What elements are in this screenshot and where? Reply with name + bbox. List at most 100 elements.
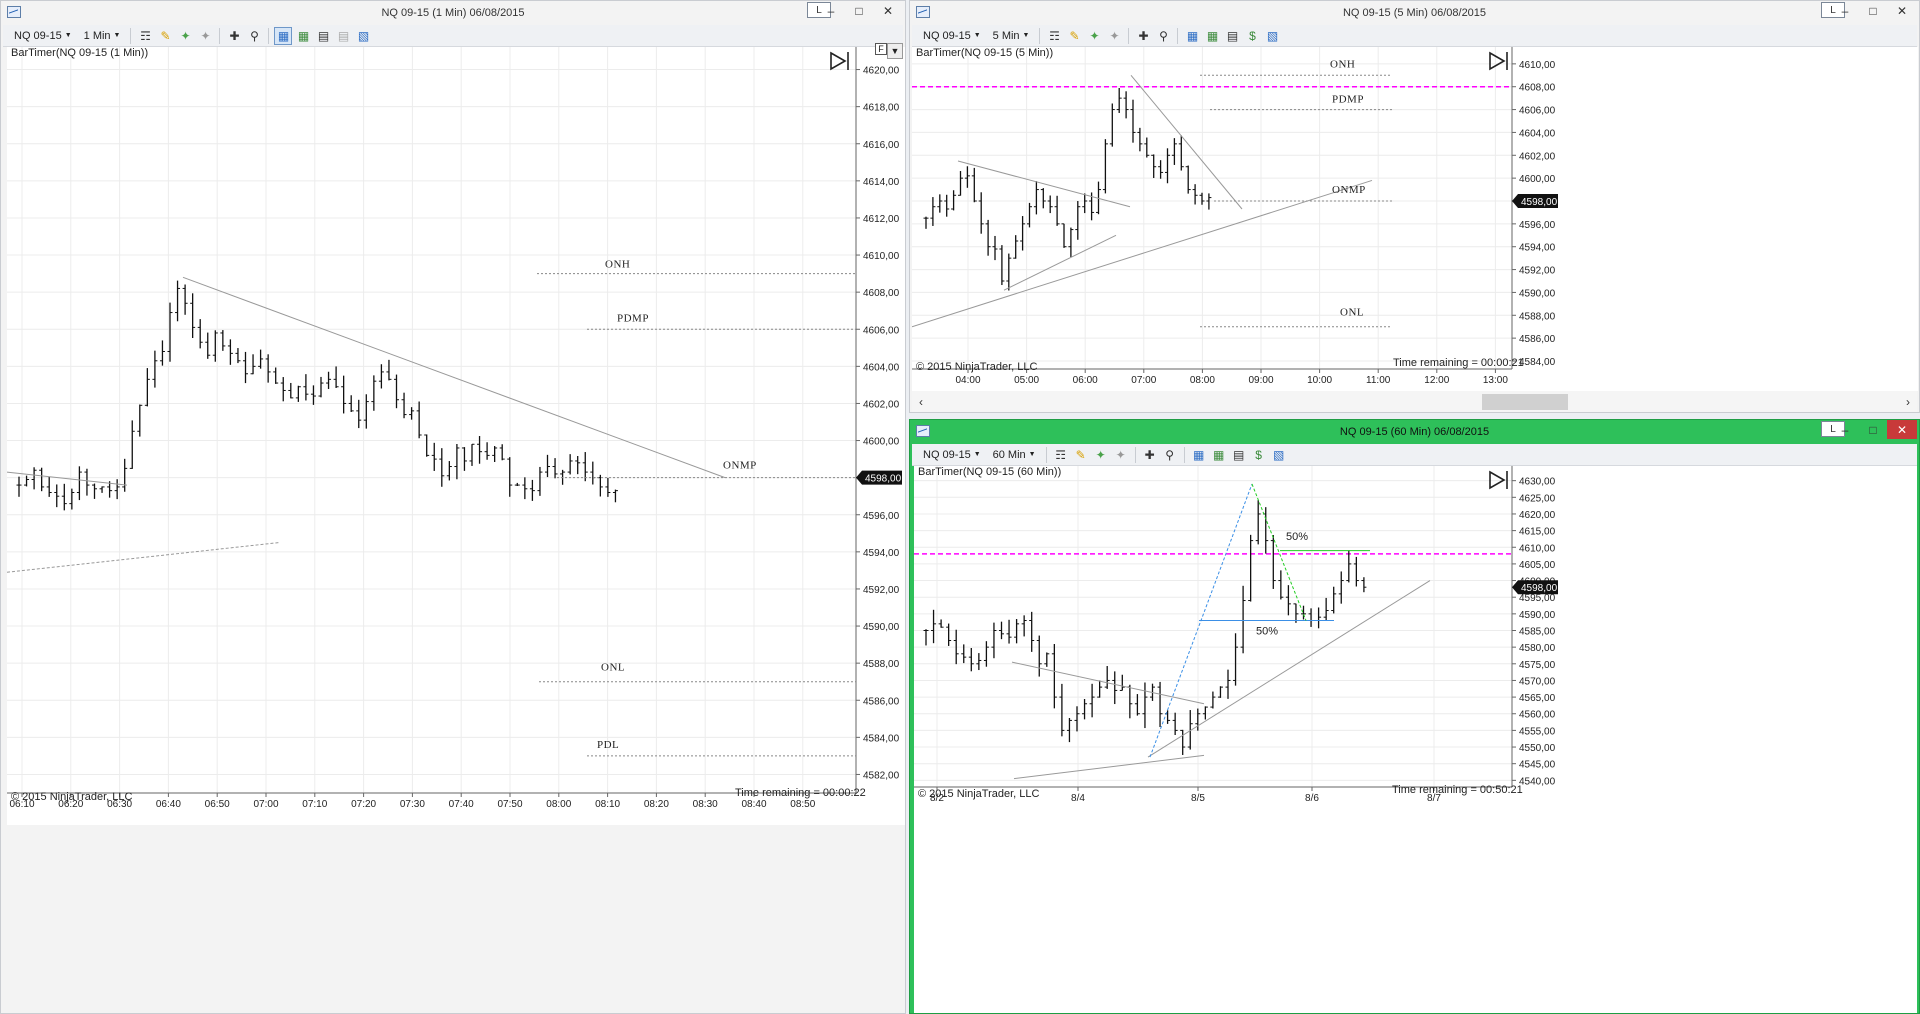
zoom-icon[interactable]: ⚲ — [1154, 27, 1172, 45]
minimize-icon[interactable]: – — [1831, 420, 1859, 439]
chart-app-icon — [916, 6, 930, 18]
toolbar-divider — [268, 27, 270, 44]
y-tick-label: 4620,00 — [1519, 510, 1556, 521]
interval-selector[interactable]: 60 Min ▼ — [988, 446, 1041, 464]
x-tick-label: 09:00 — [1248, 375, 1273, 386]
x-tick-label: 13:00 — [1483, 375, 1508, 386]
instrument-selector[interactable]: NQ 09-15 ▼ — [9, 27, 77, 45]
interval-selector[interactable]: 5 Min ▼ — [988, 27, 1035, 45]
price-chart-1min[interactable]: 4620,00 4618,00 4616,00 4614,00 4612,00 4610,… — [7, 47, 905, 825]
y-tick-label: 4604,00 — [1519, 128, 1556, 139]
strategies-icon[interactable]: ▦ — [294, 27, 312, 45]
x-tick-label: 07:20 — [351, 799, 376, 810]
scroll-track[interactable] — [930, 394, 1899, 410]
y-tick-label: 4570,00 — [1519, 676, 1556, 687]
y-tick-label: 4590,00 — [1519, 610, 1556, 621]
chart-panel[interactable]: 4610,00 4608,00 4606,00 4604,00 4602,00 4600,… — [912, 47, 1918, 391]
bar-type-icon[interactable]: ☶ — [136, 27, 154, 45]
close-icon[interactable]: ✕ — [1887, 1, 1917, 20]
scroll-left-icon[interactable]: ‹ — [912, 395, 930, 409]
f-button[interactable]: F — [875, 43, 887, 55]
data-box-icon[interactable]: ▤ — [334, 27, 352, 45]
trend-line — [957, 160, 1131, 208]
fib-label: 50% — [1256, 626, 1278, 638]
y-tick-label: 4588,00 — [863, 659, 900, 670]
indicators-icon[interactable]: ▦ — [274, 26, 293, 45]
chart-style-icon[interactable]: ▤ — [1223, 27, 1241, 45]
properties-icon[interactable]: ▧ — [354, 27, 372, 45]
zoom-icon[interactable]: ⚲ — [1161, 446, 1179, 464]
zoom-icon[interactable]: ⚲ — [245, 27, 263, 45]
crosshair-icon[interactable]: ✚ — [225, 27, 243, 45]
level-label-pdmp: PDMP — [617, 312, 649, 324]
strategies-icon[interactable]: ▦ — [1210, 446, 1228, 464]
close-icon[interactable]: ✕ — [1887, 420, 1917, 439]
chart-style-icon[interactable]: ▤ — [314, 27, 332, 45]
pencil-icon[interactable]: ✎ — [1065, 27, 1083, 45]
y-tick-label: 4592,00 — [863, 585, 900, 596]
x-tick-label: 07:40 — [449, 799, 474, 810]
instrument-label: NQ 09-15 — [14, 29, 62, 42]
level-label-onh: ONH — [1330, 58, 1355, 70]
strategies-icon[interactable]: ▦ — [1203, 27, 1221, 45]
chevron-down-icon: ▼ — [973, 32, 981, 39]
crosshair-icon[interactable]: ✚ — [1134, 27, 1152, 45]
bar-type-icon[interactable]: ☶ — [1045, 27, 1063, 45]
remove-drawings-icon[interactable]: ✦ — [196, 27, 214, 45]
instrument-selector[interactable]: NQ 09-15 ▼ — [918, 446, 986, 464]
x-tick-label: 06:50 — [205, 799, 230, 810]
data-box-icon[interactable]: $ — [1250, 446, 1268, 464]
scroll-thumb[interactable] — [1482, 394, 1568, 410]
instrument-label: NQ 09-15 — [923, 29, 971, 42]
maximize-icon[interactable]: □ — [1859, 420, 1887, 439]
attach-icon[interactable]: ✦ — [1085, 27, 1103, 45]
properties-icon[interactable]: ▧ — [1263, 27, 1281, 45]
chart-toolbar: NQ 09-15 ▼ 1 Min ▼ ☶ ✎ ✦ ✦ ✚ ⚲ ▦ ▦ ▤ ▤ ▧ — [3, 25, 903, 47]
minimize-icon[interactable]: – — [817, 1, 845, 20]
window-controls: – □ ✕ — [1831, 1, 1917, 21]
y-tick-label: 4595,00 — [1519, 593, 1556, 604]
minimize-icon[interactable]: – — [1831, 1, 1859, 20]
play-icon[interactable] — [1488, 51, 1510, 71]
attach-icon[interactable]: ✦ — [1092, 446, 1110, 464]
x-tick-label: 05:00 — [1014, 375, 1039, 386]
window-controls: – □ ✕ — [1831, 420, 1917, 440]
chart-panel[interactable]: 4620,00 4618,00 4616,00 4614,00 4612,00 4610,… — [7, 43, 905, 825]
crosshair-icon[interactable]: ✚ — [1141, 446, 1159, 464]
horizontal-scrollbar[interactable] — [3, 825, 903, 829]
window-titlebar[interactable]: NQ 09-15 (1 Min) 06/08/2015 — [1, 1, 905, 25]
maximize-icon[interactable]: □ — [845, 1, 873, 20]
pencil-icon[interactable]: ✎ — [156, 27, 174, 45]
horizontal-scrollbar[interactable]: ‹ › — [912, 391, 1917, 412]
chart-panel[interactable]: 4630,00 4625,00 4620,00 4615,00 4610,00 4605,… — [914, 466, 1917, 1013]
chart-style-icon[interactable]: ▤ — [1230, 446, 1248, 464]
maximize-icon[interactable]: □ — [1859, 1, 1887, 20]
remove-drawings-icon[interactable]: ✦ — [1112, 446, 1130, 464]
x-tick-label: 07:00 — [253, 799, 278, 810]
play-icon[interactable] — [829, 51, 851, 71]
attach-icon[interactable]: ✦ — [176, 27, 194, 45]
copyright-label: © 2015 NinjaTrader, LLC — [918, 788, 1040, 800]
bar-type-icon[interactable]: ☶ — [1052, 446, 1070, 464]
remove-drawings-icon[interactable]: ✦ — [1105, 27, 1123, 45]
y-tick-label: 4605,00 — [1519, 560, 1556, 571]
close-icon[interactable]: ✕ — [873, 1, 903, 20]
copyright-label: © 2015 NinjaTrader, LLC — [916, 361, 1038, 373]
data-box-icon[interactable]: $ — [1243, 27, 1261, 45]
play-icon[interactable] — [1488, 470, 1510, 490]
window-titlebar[interactable]: NQ 09-15 (5 Min) 06/08/2015 — [910, 1, 1919, 25]
dropdown-arrow-icon[interactable]: ▼ — [887, 43, 903, 59]
interval-selector[interactable]: 1 Min ▼ — [79, 27, 126, 45]
indicators-icon[interactable]: ▦ — [1190, 446, 1208, 464]
price-chart-5min[interactable]: 4610,00 4608,00 4606,00 4604,00 4602,00 4600,… — [912, 47, 1918, 391]
scroll-right-icon[interactable]: › — [1899, 395, 1917, 409]
instrument-selector[interactable]: NQ 09-15 ▼ — [918, 27, 986, 45]
pencil-icon[interactable]: ✎ — [1072, 446, 1090, 464]
indicators-icon[interactable]: ▦ — [1183, 27, 1201, 45]
price-chart-60min[interactable]: 4630,00 4625,00 4620,00 4615,00 4610,00 4605,… — [914, 466, 1917, 1013]
window-titlebar[interactable]: NQ 09-15 (60 Min) 06/08/2015 — [910, 420, 1919, 444]
level-label-onh: ONH — [605, 259, 630, 271]
chart-window-60min: NQ 09-15 (60 Min) 06/08/2015 L – □ ✕ NQ … — [909, 419, 1920, 1014]
interval-label: 60 Min — [992, 448, 1026, 461]
properties-icon[interactable]: ▧ — [1270, 446, 1288, 464]
